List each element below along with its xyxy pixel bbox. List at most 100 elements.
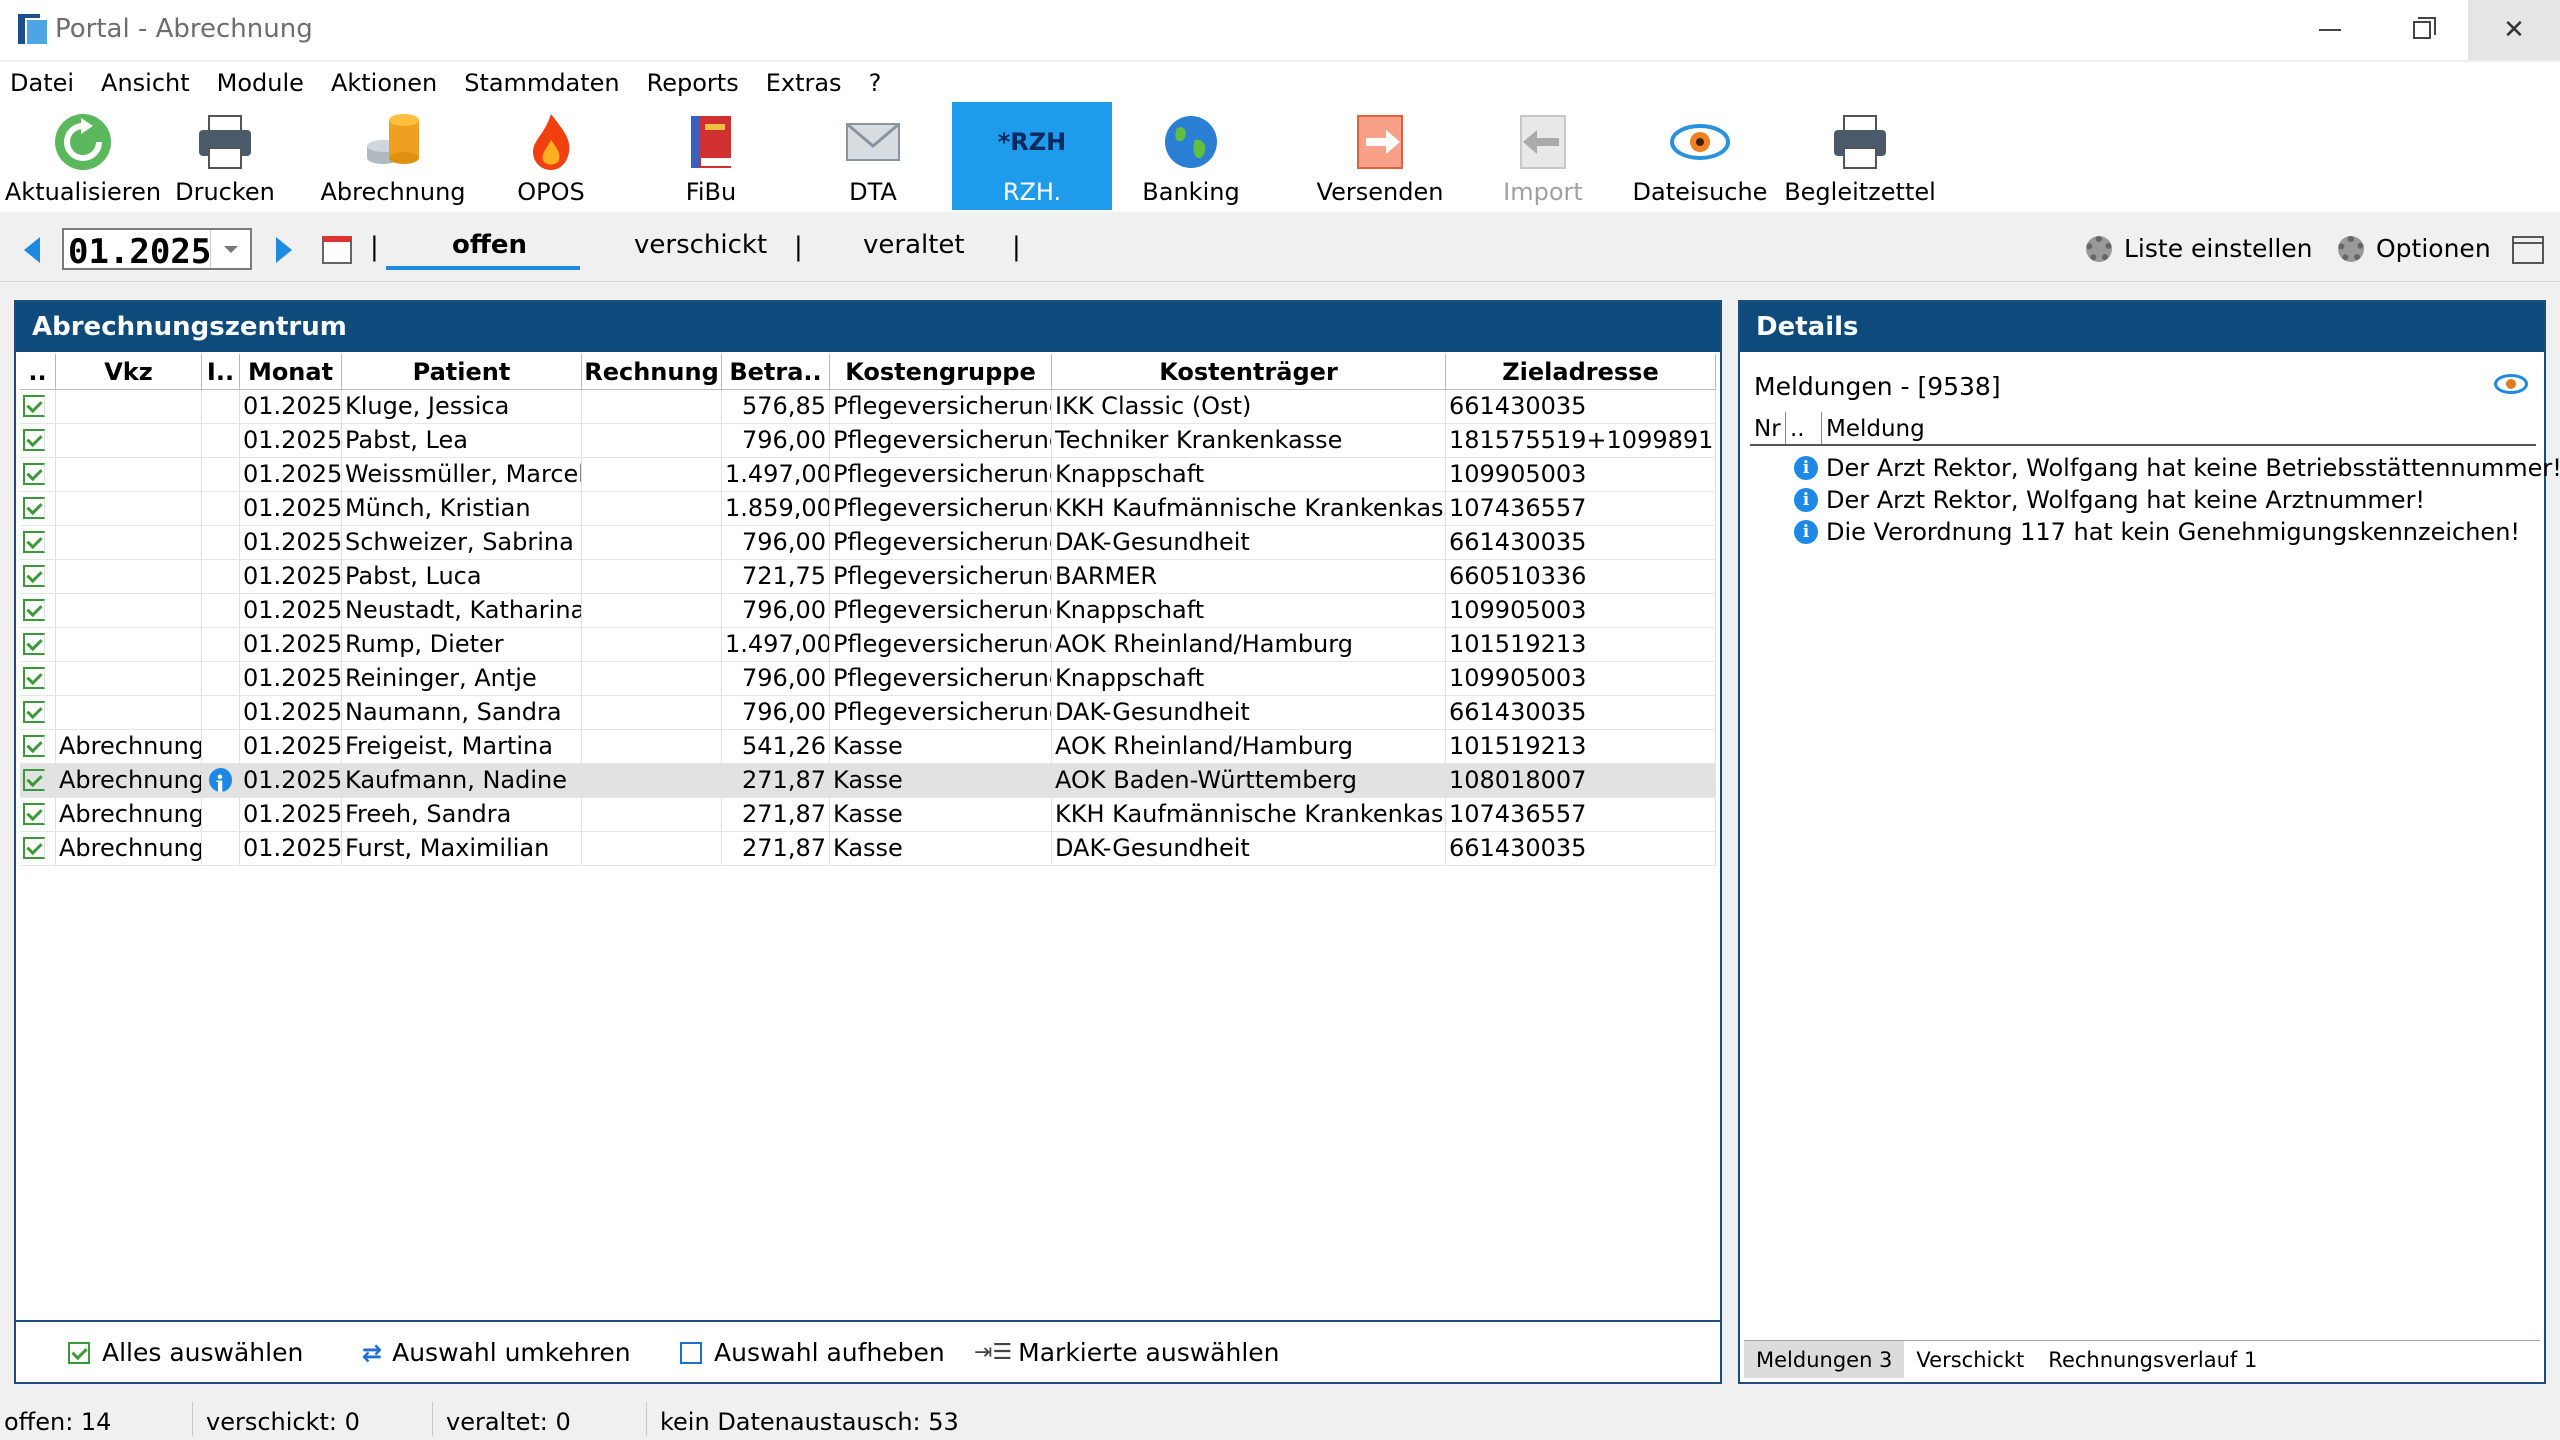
table-row[interactable]: 01.2025 Neustadt, Katharina 796,00 Pflegeve…: [20, 594, 1716, 628]
tab-verschickt[interactable]: verschickt: [634, 230, 767, 260]
table-row[interactable]: Abrechnung 01.2025 Furst, Maximilian 271,87…: [20, 832, 1716, 866]
versenden-button[interactable]: Versenden: [1304, 102, 1456, 210]
restore-button[interactable]: [2376, 0, 2468, 60]
checkbox-checked-icon[interactable]: [23, 837, 45, 859]
begleitzettel-button[interactable]: Begleitzettel: [1784, 102, 1936, 210]
col-header-type[interactable]: ..: [1786, 412, 1822, 444]
dateisuche-button[interactable]: Dateisuche: [1632, 102, 1768, 210]
row-checkbox: [20, 628, 56, 661]
separator: |: [794, 232, 803, 262]
liste-einstellen-button[interactable]: Liste einstellen: [2086, 234, 2313, 263]
opos-button[interactable]: OPOS: [500, 102, 602, 210]
table-row[interactable]: Abrechnung 01.2025 Freigeist, Martina 541,2…: [20, 730, 1716, 764]
cell-zieladresse: 661430035: [1446, 832, 1716, 865]
cell-kostentraeger: AOK Baden-Württemberg: [1052, 764, 1446, 797]
checkbox-checked-icon[interactable]: [23, 633, 45, 655]
col-header-kostentraeger[interactable]: Kostenträger: [1052, 354, 1446, 389]
chevron-down-icon[interactable]: [210, 230, 250, 268]
gear-icon: [2086, 235, 2112, 262]
clear-selection-button[interactable]: Auswahl aufheben: [680, 1338, 945, 1367]
optionen-button[interactable]: Optionen: [2338, 234, 2491, 263]
menu-datei[interactable]: Datei: [10, 69, 74, 97]
table-row[interactable]: Abrechnung 01.2025 Freeh, Sandra 271,87 Kass…: [20, 798, 1716, 832]
cell-kostentraeger: AOK Rheinland/Hamburg: [1052, 730, 1446, 763]
col-header-vkz[interactable]: Vkz: [56, 354, 202, 389]
checkbox-checked-icon[interactable]: [23, 565, 45, 587]
col-header-rechnung[interactable]: Rechnung: [582, 354, 722, 389]
tab-verschickt-details[interactable]: Verschickt: [1904, 1341, 2036, 1378]
checkbox-checked-icon[interactable]: [23, 531, 45, 553]
globe-icon: [1159, 110, 1223, 174]
select-marked-button[interactable]: ⇥☰ Markierte auswählen: [974, 1338, 1280, 1367]
import-button[interactable]: Import: [1492, 102, 1594, 210]
banking-button[interactable]: Banking: [1140, 102, 1242, 210]
col-header-select[interactable]: ..: [20, 354, 56, 389]
previous-period-arrow-icon[interactable]: [24, 237, 40, 263]
message-item[interactable]: i Die Verordnung 117 hat kein Genehmigun…: [1794, 518, 2520, 546]
panel-layout-icon[interactable]: [2512, 236, 2544, 264]
col-header-kostengruppe[interactable]: Kostengruppe: [830, 354, 1052, 389]
row-checkbox: [20, 526, 56, 559]
col-header-betrag[interactable]: Betra..: [722, 354, 830, 389]
close-button[interactable]: ✕: [2468, 0, 2560, 60]
printer-icon: [1828, 110, 1892, 174]
selection-footer: Alles auswählen ⇄ Auswahl umkehren Auswa…: [16, 1320, 1720, 1382]
col-header-nr[interactable]: Nr: [1750, 412, 1786, 444]
table-row[interactable]: 01.2025 Pabst, Lea 796,00 Pflegeversicherun…: [20, 424, 1716, 458]
invert-selection-button[interactable]: ⇄ Auswahl umkehren: [362, 1338, 631, 1367]
message-item[interactable]: i Der Arzt Rektor, Wolfgang hat keine Be…: [1794, 454, 2560, 482]
table-row[interactable]: Abrechnung i 01.2025 Kaufmann, Nadine 271,87…: [20, 764, 1716, 798]
checkbox-checked-icon[interactable]: [23, 735, 45, 757]
cell-vkz: Abrechnung: [56, 764, 202, 797]
table-row[interactable]: 01.2025 Reininger, Antje 796,00 Pflegeversi…: [20, 662, 1716, 696]
menu-aktionen[interactable]: Aktionen: [331, 69, 437, 97]
cell-patient: Schweizer, Sabrina: [342, 526, 582, 559]
aktualisieren-button[interactable]: Aktualisieren: [5, 102, 161, 210]
menu-help[interactable]: ?: [869, 69, 882, 97]
checkbox-checked-icon[interactable]: [23, 429, 45, 451]
tab-veraltet[interactable]: veraltet: [863, 230, 965, 260]
checkbox-checked-icon[interactable]: [23, 395, 45, 417]
checkbox-checked-icon[interactable]: [23, 497, 45, 519]
next-period-arrow-icon[interactable]: [276, 237, 292, 263]
abrechnung-button[interactable]: Abrechnung: [318, 102, 468, 210]
checkbox-checked-icon[interactable]: [23, 803, 45, 825]
drucken-button[interactable]: Drucken: [170, 102, 280, 210]
tab-meldungen[interactable]: Meldungen 3: [1744, 1341, 1905, 1378]
period-select[interactable]: 01.2025: [62, 228, 252, 272]
table-row[interactable]: 01.2025 Weissmüller, Marcel 1.497,00 Pflege…: [20, 458, 1716, 492]
checkbox-checked-icon[interactable]: [23, 701, 45, 723]
table-row[interactable]: 01.2025 Pabst, Luca 721,75 Pflegeversicheru…: [20, 560, 1716, 594]
table-row[interactable]: 01.2025 Rump, Dieter 1.497,00 Pflegeversich…: [20, 628, 1716, 662]
eye-icon[interactable]: [2494, 374, 2528, 394]
menu-extras[interactable]: Extras: [766, 69, 842, 97]
menu-module[interactable]: Module: [217, 69, 304, 97]
col-header-zieladresse[interactable]: Zieladresse: [1446, 354, 1716, 389]
col-header-meldung[interactable]: Meldung: [1822, 412, 2522, 444]
rzh-button[interactable]: *RZH RZH.: [952, 102, 1112, 210]
menu-ansicht[interactable]: Ansicht: [101, 69, 190, 97]
dta-button[interactable]: DTA: [822, 102, 924, 210]
calendar-icon[interactable]: [322, 236, 352, 264]
menu-stammdaten[interactable]: Stammdaten: [464, 69, 619, 97]
fibu-button[interactable]: FiBu: [660, 102, 762, 210]
table-row[interactable]: 01.2025 Naumann, Sandra 796,00 Pflegeversic…: [20, 696, 1716, 730]
row-checkbox: [20, 798, 56, 831]
minimize-button[interactable]: [2284, 0, 2376, 60]
menu-reports[interactable]: Reports: [647, 69, 739, 97]
checkbox-checked-icon[interactable]: [23, 463, 45, 485]
col-header-monat[interactable]: Monat: [240, 354, 342, 389]
col-header-patient[interactable]: Patient: [342, 354, 582, 389]
tab-offen[interactable]: offen: [452, 230, 527, 260]
select-all-button[interactable]: Alles auswählen: [68, 1338, 303, 1367]
table-row[interactable]: 01.2025 Münch, Kristian 1.859,00 Pflegevers…: [20, 492, 1716, 526]
col-header-info[interactable]: I..: [202, 354, 240, 389]
table-row[interactable]: 01.2025 Schweizer, Sabrina 796,00 Pflegever…: [20, 526, 1716, 560]
message-item[interactable]: i Der Arzt Rektor, Wolfgang hat keine Ar…: [1794, 486, 2425, 514]
checkbox-checked-icon[interactable]: [23, 769, 45, 791]
checkbox-checked-icon[interactable]: [23, 599, 45, 621]
cell-betrag: 721,75: [722, 560, 830, 593]
table-row[interactable]: 01.2025 Kluge, Jessica 576,85 Pflegeversich…: [20, 390, 1716, 424]
tab-rechnungsverlauf[interactable]: Rechnungsverlauf 1: [2036, 1341, 2269, 1378]
checkbox-checked-icon[interactable]: [23, 667, 45, 689]
